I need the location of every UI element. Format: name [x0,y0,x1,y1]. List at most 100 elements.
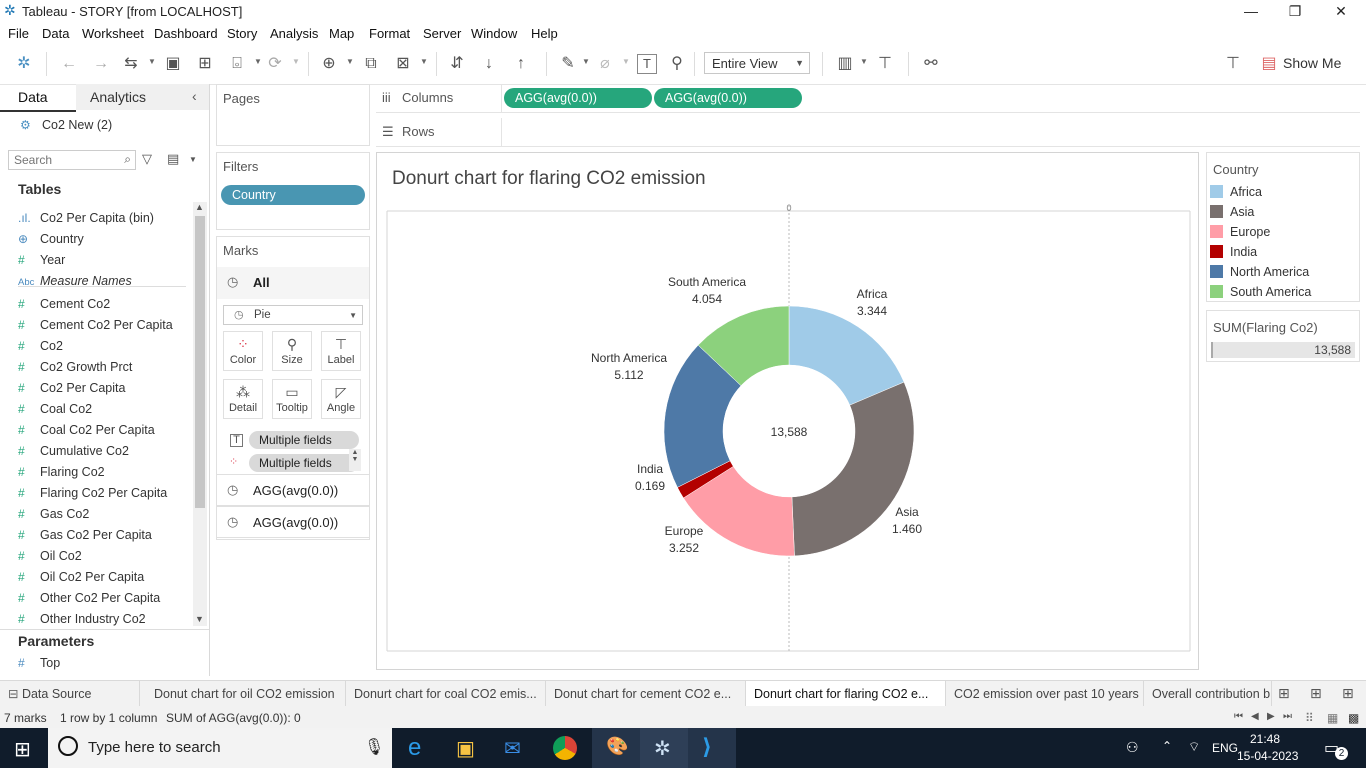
replay-icon[interactable]: ⇆ [120,54,142,74]
tab-analytics[interactable]: Analytics ‹ [76,84,209,110]
parameter-item[interactable]: # Top [18,656,60,670]
menu-file[interactable]: File [8,26,29,41]
people-icon[interactable]: ⚇ [1126,739,1139,756]
legend-item-north-america[interactable]: North America [1210,265,1309,279]
field-item[interactable]: # Flaring Co2 Per Capita [18,486,167,500]
field-item[interactable]: ⊕ Country [18,232,84,246]
field-item[interactable]: # Year [18,253,65,267]
menu-story[interactable]: Story [227,26,257,41]
label-button[interactable]: ⊤ Label [321,331,361,371]
close-button[interactable]: ✕ [1318,0,1364,22]
field-list-scrollbar[interactable]: ▲ ▼ [193,202,207,626]
filter-icon[interactable]: ▽ [142,151,152,167]
show-me-button[interactable]: Show Me [1283,55,1341,71]
sheet-tab[interactable]: CO2 emission over past 10 years [946,681,1144,707]
menu-worksheet[interactable]: Worksheet [82,26,144,41]
share-icon[interactable]: ⚯ [920,54,942,74]
fit-select[interactable]: Entire View ▼ [704,52,810,74]
menu-window[interactable]: Window [471,26,517,41]
field-item[interactable]: # Cement Co2 [18,297,110,311]
menu-format[interactable]: Format [369,26,410,41]
taskbar-app-vscode[interactable]: ⟩ [688,728,736,768]
fit-icon[interactable]: ⊤ [1222,54,1244,74]
field-item[interactable]: # Coal Co2 [18,402,92,416]
chevron-down-icon[interactable]: ▼ [860,57,868,66]
group-members-icon[interactable]: ⌀ [594,54,616,74]
field-item[interactable]: # Flaring Co2 [18,465,105,479]
chevron-down-icon[interactable]: ▼ [189,155,197,164]
last-sheet-icon[interactable]: ⏭ [1283,711,1292,722]
search-field[interactable]: ⌕ [8,150,136,170]
color-button[interactable]: ⁘ Color [223,331,263,371]
redo-icon[interactable]: → [90,54,112,74]
marks-all-row[interactable]: ◷ All [217,267,369,299]
pages-card[interactable]: Pages [216,84,370,146]
field-item[interactable]: # Oil Co2 [18,549,82,563]
mail-icon[interactable]: ✉ [504,736,521,761]
sheet-tab[interactable]: Donut chart for oil CO2 emission [146,681,346,707]
chevron-down-icon[interactable]: ▼ [254,57,262,66]
clear-sheet-icon[interactable]: ⊠ [392,54,414,74]
datasource-name[interactable]: Co2 New (2) [42,118,112,132]
angle-button[interactable]: ◸ Angle [321,379,361,419]
show-mark-labels-icon[interactable]: T [637,54,657,74]
field-item[interactable]: # Co2 Per Capita [18,381,125,395]
tab-view-icon[interactable]: ▩ [1348,711,1359,725]
field-item[interactable]: # Cumulative Co2 [18,444,129,458]
field-item[interactable]: # Coal Co2 Per Capita [18,423,155,437]
new-worksheet-icon[interactable]: ⊞ [1278,685,1290,702]
taskbar-app-paint[interactable]: 🎨 [592,728,640,768]
field-item[interactable]: # Other Industry Co2 [18,612,146,626]
chevron-down-icon[interactable]: ▼ [582,57,590,66]
show-me-icon[interactable]: ▤ [1258,54,1280,74]
language-indicator[interactable]: ENG [1212,741,1238,755]
sheet-tab[interactable]: Overall contribution b [1144,681,1272,707]
chrome-icon[interactable] [553,736,577,760]
legend-item-africa[interactable]: Africa [1210,185,1262,199]
taskbar-app-tableau[interactable]: ✲ [640,728,688,768]
grid-view-icon[interactable]: ⠿ [1305,711,1314,725]
scroll-down-icon[interactable]: ▼ [195,614,204,624]
menu-analysis[interactable]: Analysis [270,26,318,41]
fix-axes-icon[interactable]: ⚲ [666,54,688,74]
collapse-pane-icon[interactable]: ‹ [192,88,197,104]
tab-data[interactable]: Data [0,84,76,112]
refresh-icon[interactable]: ⟳ [264,54,286,74]
clock-date[interactable]: 15-04-2023 [1237,749,1298,763]
filters-card[interactable]: Filters Country [216,152,370,230]
taskbar-search[interactable]: Type here to search 🎙 [48,728,392,768]
chevron-down-icon[interactable]: ▼ [420,57,428,66]
windows-start-icon[interactable]: ⊞ [14,737,31,762]
edge-icon[interactable]: e [408,734,421,762]
rows-shelf[interactable]: ☰ Rows [376,118,1360,147]
swap-rows-columns-icon[interactable]: ⇵ [446,54,468,74]
field-item[interactable]: # Other Co2 Per Capita [18,591,160,605]
presentation-mode-icon[interactable]: ⊤ [874,54,896,74]
field-item[interactable]: .ıl. Co2 Per Capita (bin) [18,211,154,225]
field-item[interactable]: # Oil Co2 Per Capita [18,570,144,584]
chevron-down-icon[interactable]: ▼ [622,57,630,66]
field-item[interactable]: # Co2 [18,339,63,353]
menu-data[interactable]: Data [42,26,69,41]
legend-item-south-america[interactable]: South America [1210,285,1311,299]
legend-item-asia[interactable]: Asia [1210,205,1254,219]
chevron-down-icon[interactable]: ▼ [346,57,354,66]
detail-button[interactable]: ⁂ Detail [223,379,263,419]
new-dashboard-icon[interactable]: ⊞ [1310,685,1322,702]
menu-map[interactable]: Map [329,26,354,41]
pause-updates-icon[interactable]: ⌻ [226,54,248,74]
new-story-icon[interactable]: ⊞ [1342,685,1354,702]
chevron-down-icon[interactable]: ▼ [292,57,300,66]
next-sheet-icon[interactable]: ▶ [1267,711,1275,722]
field-item[interactable]: # Co2 Growth Prct [18,360,132,374]
restore-button[interactable]: ❐ [1272,0,1318,22]
pill-scrollbar[interactable]: ▲ ▼ [349,449,361,471]
menu-server[interactable]: Server [423,26,461,41]
mark-type-select[interactable]: ◷ Pie ▼ [223,305,363,325]
scroll-up-icon[interactable]: ▲ [195,202,204,212]
tooltip-button[interactable]: ▭ Tooltip [272,379,312,419]
show-hidden-icons-icon[interactable]: ⌃ [1162,739,1172,753]
save-icon[interactable]: ▣ [162,54,184,74]
column-pill[interactable]: AGG(avg(0.0)) [654,88,802,108]
legend-item-europe[interactable]: Europe [1210,225,1270,239]
